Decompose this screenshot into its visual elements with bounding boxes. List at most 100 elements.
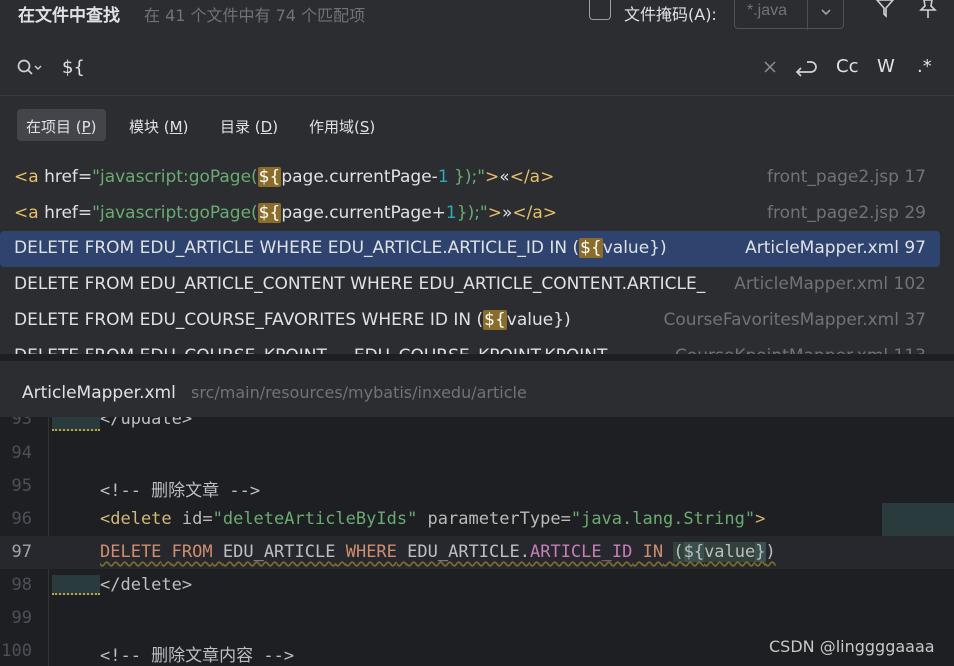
- preview-file-bar: ArticleMapper.xml src/main/resources/myb…: [0, 361, 954, 417]
- tab-suffix: ): [369, 118, 376, 136]
- file-mask-label: 文件掩码(A):: [624, 5, 717, 24]
- line-number: 98: [11, 575, 32, 595]
- file-mask-checkbox[interactable]: [589, 0, 611, 20]
- tab-mnemonic: D: [260, 118, 273, 136]
- code-text: <delete id="deleteArticleByIds" paramete…: [100, 509, 765, 529]
- result-row[interactable]: DELETE FROM EDU_COURSE_KPOINT ... EDU_CO…: [0, 339, 954, 354]
- tab-directory[interactable]: 目录 (D): [211, 109, 287, 141]
- sql-keyword: WHERE: [345, 542, 397, 562]
- sql-param: ${: [683, 542, 705, 562]
- sql-keyword: IN: [642, 542, 664, 562]
- result-location: CourseFavoritesMapper.xml 37: [663, 310, 926, 330]
- attr-value: "java.lang.String": [570, 509, 756, 529]
- sql-table: EDU_ARTICLE: [222, 542, 336, 562]
- file-mask-value: *.java: [747, 2, 788, 19]
- result-post: value}): [602, 238, 667, 258]
- result-location: ArticleMapper.xml 102: [734, 274, 926, 294]
- code-line: 96 <delete id="deleteArticleByIds" param…: [0, 503, 954, 536]
- match-highlight: ${: [257, 167, 282, 187]
- tab-suffix: ): [182, 118, 189, 136]
- tab-scope[interactable]: 作用域(S): [300, 109, 384, 141]
- newline-icon[interactable]: [793, 59, 817, 79]
- code-line: 99: [0, 602, 954, 635]
- match-case-toggle[interactable]: Cc: [836, 56, 858, 77]
- sql-value: value: [704, 542, 756, 562]
- line-number: 97: [11, 542, 32, 562]
- tag: >: [755, 509, 766, 529]
- tab-project[interactable]: 在项目 (P): [17, 109, 106, 141]
- filter-icon[interactable]: [875, 0, 895, 18]
- tab-mnemonic: M: [169, 118, 183, 136]
- code-line: 93 </update>: [0, 417, 954, 436]
- code-comment: <!-- 删除文章内容 -->: [100, 646, 295, 666]
- code-text: </update>: [100, 417, 193, 429]
- result-row[interactable]: <a href="javascript:goPage(${page.curren…: [0, 160, 954, 196]
- scope-tabs: 在项目 (P) 模块 (M) 目录 (D) 作用域(S): [0, 96, 954, 154]
- whitespace-marker: [52, 417, 100, 431]
- attr: parameterType=: [417, 509, 571, 529]
- preview-file-path: src/main/resources/mybatis/inxedu/articl…: [191, 383, 527, 402]
- result-pre: DELETE FROM EDU_ARTICLE WHERE EDU_ARTICL…: [14, 238, 580, 258]
- result-row[interactable]: <a href="javascript:goPage(${page.curren…: [0, 196, 954, 232]
- dialog-title: 在文件中查找: [18, 6, 120, 26]
- line-number: 96: [11, 509, 32, 529]
- file-mask-combo[interactable]: *.java: [734, 0, 844, 30]
- clear-icon[interactable]: [763, 60, 777, 74]
- line-number: 99: [11, 608, 32, 628]
- attr-value: "deleteArticleByIds": [212, 509, 418, 529]
- preview-file-name: ArticleMapper.xml: [22, 383, 176, 403]
- line-number: 95: [11, 476, 32, 496]
- whitespace-marker: [52, 575, 100, 595]
- tab-label: 目录 (: [220, 118, 261, 136]
- match-highlight: ${: [579, 238, 603, 258]
- result-text: <a href="javascript:goPage(${page.curren…: [14, 203, 558, 223]
- match-highlight: ${: [483, 310, 507, 330]
- tab-mnemonic: S: [359, 118, 370, 136]
- results-list: <a href="javascript:goPage(${page.curren…: [0, 154, 954, 354]
- result-location: ArticleMapper.xml 97: [745, 238, 926, 258]
- attr: id=: [171, 509, 213, 529]
- result-row[interactable]: DELETE FROM EDU_COURSE_FAVORITES WHERE I…: [0, 303, 954, 339]
- sql-column: ARTICLE_ID: [529, 542, 633, 562]
- find-in-files-header: 在文件中查找 在 41 个文件中有 74 个匹配项 文件掩码(A): *.jav…: [0, 0, 954, 40]
- result-location: front_page2.jsp 17: [766, 167, 926, 187]
- code-line-current: 97 DELETE FROM EDU_ARTICLE WHERE EDU_ART…: [0, 536, 954, 569]
- result-post: value}): [506, 310, 571, 330]
- code-line: 95 <!-- 删除文章 -->: [0, 470, 954, 503]
- combo-separator: [807, 0, 808, 30]
- sql-keyword: FROM: [171, 542, 213, 562]
- result-location: front_page2.jsp 29: [766, 203, 926, 223]
- tab-mnemonic: P: [81, 118, 91, 136]
- result-text: DELETE FROM EDU_ARTICLE_CONTENT WHERE ED…: [14, 274, 706, 294]
- tab-suffix: ): [90, 118, 97, 136]
- sql-brace: }: [755, 542, 766, 562]
- search-input[interactable]: [62, 54, 742, 80]
- search-icon[interactable]: [17, 59, 45, 77]
- code-preview[interactable]: 93 </update> 94 95 <!-- 删除文章 --> 96 <del…: [0, 417, 954, 666]
- code-comment: <!-- 删除文章 -->: [100, 481, 261, 501]
- chevron-down-icon[interactable]: [819, 5, 833, 19]
- regex-toggle[interactable]: .*: [917, 56, 932, 77]
- sql-table: EDU_ARTICLE.: [407, 542, 530, 562]
- watermark: CSDN @linggggaaaa: [769, 637, 935, 656]
- match-highlight: ${: [257, 203, 282, 223]
- match-summary: 在 41 个文件中有 74 个匹配项: [144, 6, 366, 25]
- whole-words-toggle[interactable]: W: [877, 56, 895, 77]
- tab-label: 模块 (: [129, 118, 170, 136]
- line-number: 94: [11, 443, 32, 463]
- code-text: </delete>: [100, 575, 193, 595]
- tab-label: 在项目 (: [26, 118, 82, 136]
- pin-icon[interactable]: [918, 0, 938, 20]
- result-row[interactable]: DELETE FROM EDU_ARTICLE_CONTENT WHERE ED…: [0, 267, 954, 303]
- tab-module[interactable]: 模块 (M): [120, 109, 197, 141]
- line-number: 100: [1, 641, 32, 661]
- result-pre: DELETE FROM EDU_COURSE_FAVORITES WHERE I…: [14, 310, 484, 330]
- result-row-selected[interactable]: DELETE FROM EDU_ARTICLE WHERE EDU_ARTICL…: [0, 231, 940, 267]
- whitespace-marker: [882, 503, 954, 536]
- result-text: DELETE FROM EDU_ARTICLE WHERE EDU_ARTICL…: [14, 238, 667, 258]
- search-row: Cc W .*: [0, 40, 954, 96]
- tag: <delete: [100, 509, 172, 529]
- tab-suffix: ): [272, 118, 279, 136]
- result-text: DELETE FROM EDU_COURSE_KPOINT ... EDU_CO…: [14, 346, 616, 354]
- sql-paren: (: [673, 542, 684, 562]
